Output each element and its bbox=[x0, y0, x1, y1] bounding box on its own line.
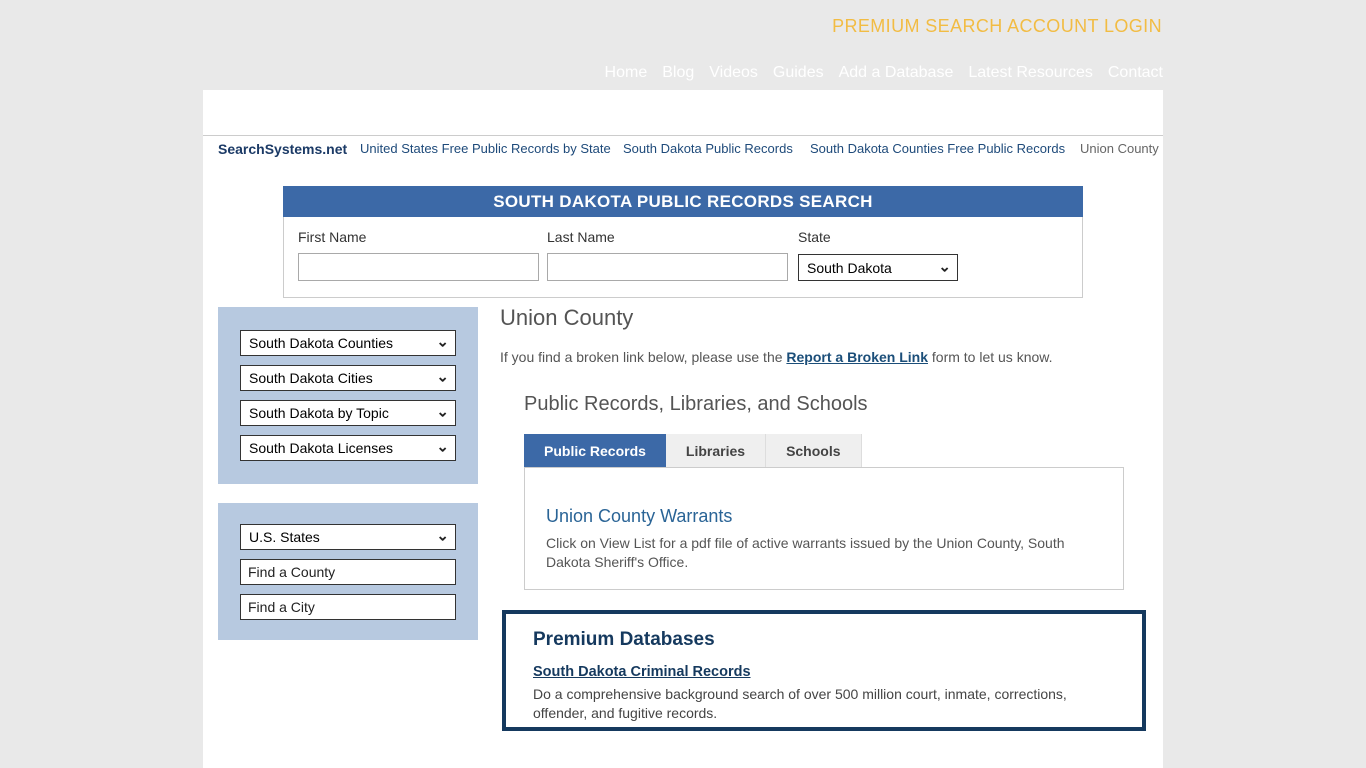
chevron-down-icon: ⌄ bbox=[436, 403, 449, 421]
sd-licenses-select[interactable]: South Dakota Licenses ⌄ bbox=[240, 435, 456, 461]
tab-bar: Public Records Libraries Schools bbox=[524, 434, 862, 468]
report-broken-link[interactable]: Report a Broken Link bbox=[786, 349, 928, 365]
record-description: Click on View List for a pdf file of act… bbox=[546, 534, 1086, 572]
broken-link-prefix: If you find a broken link below, please … bbox=[500, 349, 786, 365]
find-city-input[interactable] bbox=[240, 594, 456, 620]
tab-schools[interactable]: Schools bbox=[766, 434, 861, 468]
broken-link-suffix: form to let us know. bbox=[928, 349, 1053, 365]
premium-databases-box: Premium Databases South Dakota Criminal … bbox=[502, 610, 1146, 731]
breadcrumb-link-united-states[interactable]: United States Free Public Records by Sta… bbox=[360, 141, 611, 156]
sidebar-sd-navigation: South Dakota Counties ⌄ South Dakota Cit… bbox=[218, 307, 478, 484]
sd-by-topic-select-value: South Dakota by Topic bbox=[249, 405, 389, 421]
us-states-select-value: U.S. States bbox=[249, 529, 320, 545]
first-name-input[interactable] bbox=[298, 253, 539, 281]
sd-cities-select-value: South Dakota Cities bbox=[249, 370, 373, 386]
chevron-down-icon: ⌄ bbox=[436, 368, 449, 386]
nav-blog[interactable]: Blog bbox=[662, 64, 694, 82]
page-title: Union County bbox=[500, 305, 633, 331]
find-county-input[interactable] bbox=[240, 559, 456, 585]
section-title: Public Records, Libraries, and Schools bbox=[524, 393, 868, 416]
chevron-down-icon: ⌄ bbox=[436, 333, 449, 351]
chevron-down-icon: ⌄ bbox=[436, 527, 449, 545]
premium-databases-title: Premium Databases bbox=[533, 629, 1142, 651]
sd-criminal-records-link[interactable]: South Dakota Criminal Records bbox=[533, 664, 751, 680]
breadcrumb-link-south-dakota[interactable]: South Dakota Public Records bbox=[623, 141, 793, 156]
public-records-search-form: SOUTH DAKOTA PUBLIC RECORDS SEARCH First… bbox=[283, 186, 1083, 298]
breadcrumb-current: Union County bbox=[1080, 141, 1159, 156]
nav-contact[interactable]: Contact bbox=[1108, 64, 1163, 82]
tab-libraries[interactable]: Libraries bbox=[666, 434, 766, 468]
breadcrumb-divider bbox=[203, 135, 1163, 136]
last-name-label: Last Name bbox=[547, 229, 615, 245]
nav-latest-resources[interactable]: Latest Resources bbox=[968, 64, 1093, 82]
sd-counties-select[interactable]: South Dakota Counties ⌄ bbox=[240, 330, 456, 356]
nav-videos[interactable]: Videos bbox=[709, 64, 758, 82]
sd-counties-select-value: South Dakota Counties bbox=[249, 335, 393, 351]
content-container: SearchSystems.net United States Free Pub… bbox=[203, 90, 1163, 768]
state-label: State bbox=[798, 229, 831, 245]
nav-home[interactable]: Home bbox=[605, 64, 648, 82]
broken-link-notice: If you find a broken link below, please … bbox=[500, 349, 1053, 365]
chevron-down-icon: ⌄ bbox=[436, 438, 449, 456]
sd-licenses-select-value: South Dakota Licenses bbox=[249, 440, 393, 456]
site-logo[interactable]: SearchSystems.net bbox=[218, 141, 347, 157]
state-select-value: South Dakota bbox=[807, 260, 892, 276]
union-county-warrants-link[interactable]: Union County Warrants bbox=[546, 506, 732, 527]
sd-cities-select[interactable]: South Dakota Cities ⌄ bbox=[240, 365, 456, 391]
top-nav: Home Blog Videos Guides Add a Database L… bbox=[605, 64, 1163, 82]
breadcrumb-link-sd-counties[interactable]: South Dakota Counties Free Public Record… bbox=[810, 141, 1065, 156]
page: PREMIUM SEARCH ACCOUNT LOGIN Home Blog V… bbox=[0, 0, 1366, 768]
premium-account-login-link[interactable]: PREMIUM SEARCH ACCOUNT LOGIN bbox=[832, 16, 1162, 37]
sd-by-topic-select[interactable]: South Dakota by Topic ⌄ bbox=[240, 400, 456, 426]
chevron-down-icon: ⌄ bbox=[938, 257, 951, 275]
last-name-input[interactable] bbox=[547, 253, 788, 281]
premium-description: Do a comprehensive background search of … bbox=[533, 685, 1093, 723]
us-states-select[interactable]: U.S. States ⌄ bbox=[240, 524, 456, 550]
public-records-panel: Union County Warrants Click on View List… bbox=[524, 467, 1124, 590]
search-form-title: SOUTH DAKOTA PUBLIC RECORDS SEARCH bbox=[283, 186, 1083, 217]
first-name-label: First Name bbox=[298, 229, 366, 245]
nav-guides[interactable]: Guides bbox=[773, 64, 824, 82]
nav-add-a-database[interactable]: Add a Database bbox=[839, 64, 954, 82]
search-form-body: First Name Last Name State South Dakota … bbox=[283, 217, 1083, 298]
sidebar-us-navigation: U.S. States ⌄ bbox=[218, 503, 478, 640]
state-select[interactable]: South Dakota ⌄ bbox=[798, 254, 958, 281]
tab-public-records[interactable]: Public Records bbox=[524, 434, 666, 468]
